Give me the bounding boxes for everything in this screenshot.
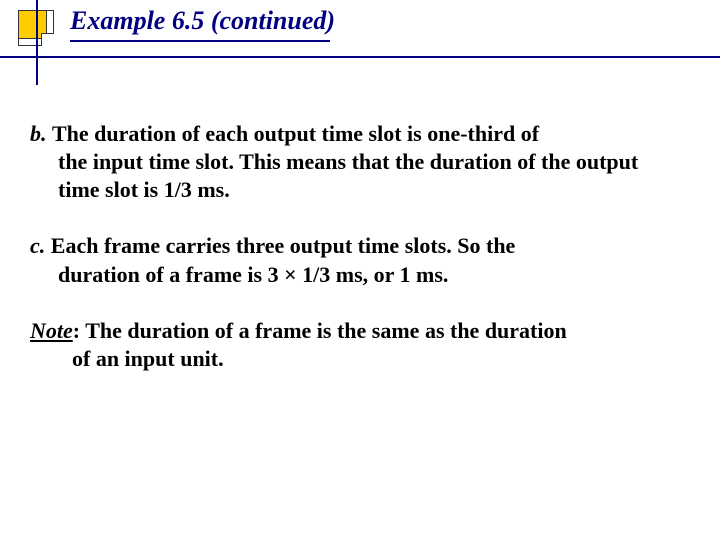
- item-c: c. Each frame carries three output time …: [30, 232, 680, 288]
- note-label: Note: [30, 318, 73, 343]
- item-b-marker: b.: [30, 121, 52, 146]
- slide: Example 6.5 (continued) b. The duration …: [0, 0, 720, 540]
- item-c-rest: duration of a frame is 3 × 1/3 ms, or 1 …: [30, 261, 680, 289]
- title-underline: [70, 40, 330, 42]
- horizontal-divider: [0, 56, 720, 58]
- slide-body: b. The duration of each output time slot…: [30, 120, 680, 373]
- item-c-line1: Each frame carries three output time slo…: [51, 233, 516, 258]
- note: Note: The duration of a frame is the sam…: [30, 317, 680, 373]
- slide-title: Example 6.5 (continued): [70, 6, 335, 36]
- note-rest: of an input unit.: [30, 345, 680, 373]
- item-b: b. The duration of each output time slot…: [30, 120, 680, 204]
- note-line1: : The duration of a frame is the same as…: [73, 318, 567, 343]
- item-b-line1: The duration of each output time slot is…: [52, 121, 539, 146]
- item-c-marker: c.: [30, 233, 51, 258]
- item-b-rest: the input time slot. This means that the…: [30, 148, 680, 204]
- vertical-divider: [36, 0, 38, 85]
